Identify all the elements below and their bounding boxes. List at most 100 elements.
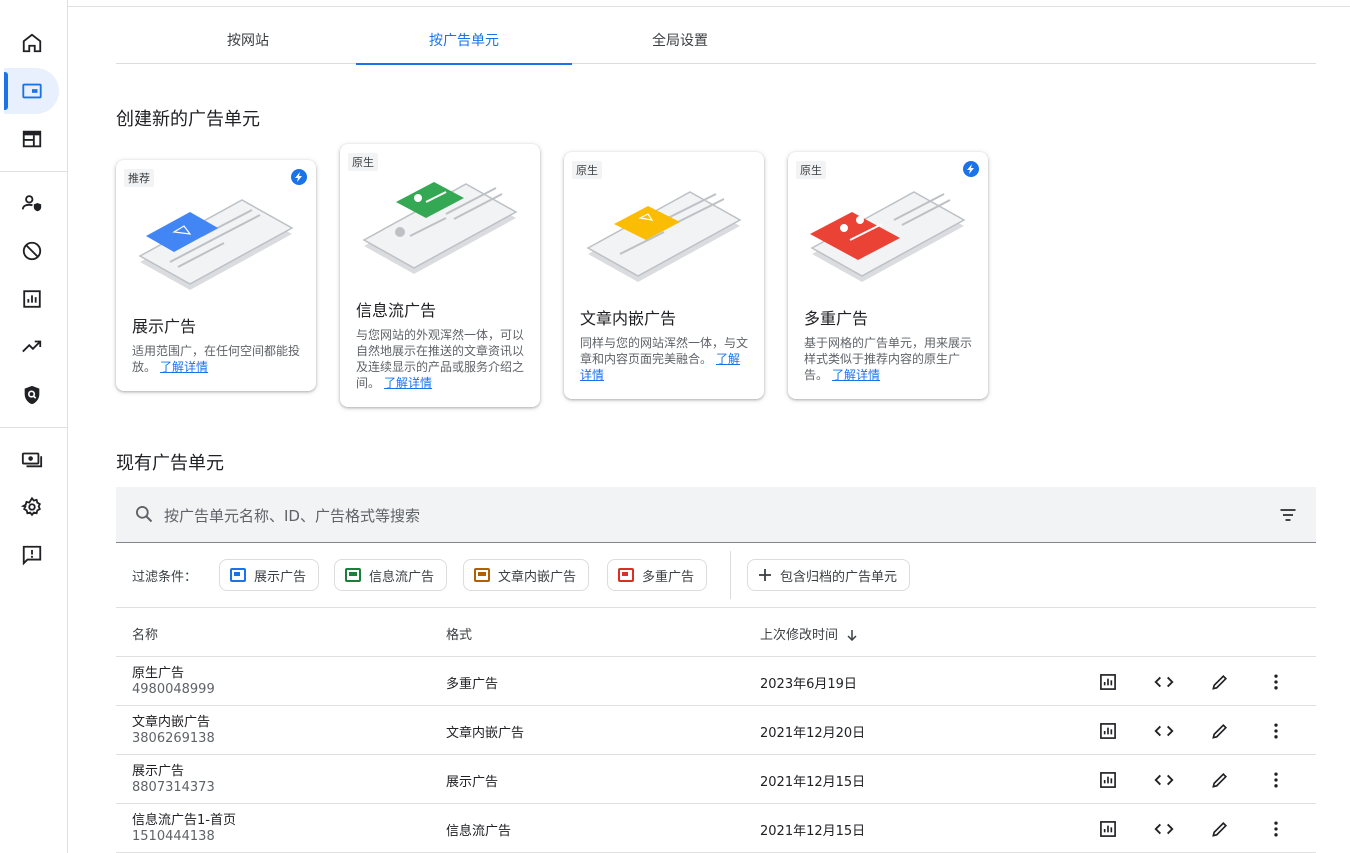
privacy-icon[interactable] [4,372,59,418]
code-icon[interactable] [1152,670,1176,694]
ad-unit-id: 3806269138 [132,731,215,746]
feedback-icon[interactable] [4,532,59,578]
create-section-title: 创建新的广告单元 [116,109,260,130]
ad-unit-id: 8807314373 [132,780,215,795]
card-description: 适用范围广，在任何空间都能投放。 了解详情 [132,344,301,374]
card-badge: 原生 [796,161,826,179]
ad-unit-format: 多重广告 [446,677,499,692]
ad-unit-modified-date: 2021年12月20日 [760,726,866,741]
card-description: 与您网站的外观浑然一体，可以自然地展示在推送的文章资讯以及连续显示的产品或服务介… [356,328,525,390]
table-row[interactable]: 原生广告 4980048999 多重广告 2023年6月19日 [116,657,1316,706]
code-icon[interactable] [1152,817,1176,841]
include-archived-chip[interactable]: 包含归档的广告单元 [747,559,911,591]
table-row[interactable]: 文章内嵌广告 3806269138 文章内嵌广告 2021年12月20日 [116,706,1316,755]
ad-unit-modified-date: 2021年12月15日 [760,775,866,790]
column-modified[interactable]: 上次修改时间 [760,624,858,643]
display-ad-card[interactable]: 推荐 展示广告 适用范围广，在任何空间都能投放。 了解详情 [116,160,316,391]
more-vert-icon[interactable] [1264,768,1288,792]
card-title: 信息流广告 [356,301,437,320]
card-badge: 原生 [572,161,602,179]
payments-icon[interactable] [4,436,59,482]
bolt-icon [963,161,979,177]
card-badge: 推荐 [124,169,154,187]
report-icon[interactable] [1096,670,1120,694]
filter-bar: 过滤条件： 展示广告 信息流广告 文章内嵌广告 多重广告 包含归档的广告单元 [116,543,1316,608]
card-title: 文章内嵌广告 [580,309,677,328]
block-icon[interactable] [4,228,59,274]
table-row[interactable]: 展示广告 8807314373 展示广告 2021年12月15日 [116,755,1316,804]
code-icon[interactable] [1152,719,1176,743]
multiplex-ad-card[interactable]: 原生 多重广告 基于网格的广告单元，用来展示样式类似于推荐内容的原生广告。 了解详… [788,152,988,399]
learn-more-link[interactable]: 了解详情 [384,376,432,390]
search-input[interactable]: 按广告单元名称、ID、广告格式等搜索 [164,505,420,526]
filter-chip-display[interactable]: 展示广告 [219,559,320,591]
layout-icon[interactable] [4,116,59,162]
tab-bar: 按网站 按广告单元 全局设置 [116,18,1316,65]
column-name[interactable]: 名称 [132,624,158,643]
ad-unit-icon[interactable] [4,68,59,114]
learn-more-link[interactable]: 了解详情 [832,368,880,382]
in-feed-ad-card[interactable]: 原生 信息流广告 与您网站的外观浑然一体，可以自然地展示在推送的文章资讯以及连续… [340,144,540,407]
trending-icon[interactable] [4,324,59,370]
multiplex-ad-illustration [810,191,966,282]
card-description: 基于网格的广告单元，用来展示样式类似于推荐内容的原生广告。 了解详情 [804,336,973,382]
filter-list-icon[interactable] [1278,505,1298,529]
report-icon[interactable] [1096,817,1120,841]
arrow-down-icon [847,630,857,642]
filter-chip-in-feed[interactable]: 信息流广告 [334,559,448,591]
search-bar[interactable]: 按广告单元名称、ID、广告格式等搜索 [116,487,1316,543]
in-feed-ad-illustration [362,182,518,274]
card-description: 同样与您的网站浑然一体，与文章和内容页面完美融合。 了解详情 [580,336,749,382]
card-title: 多重广告 [804,309,869,328]
ad-unit-id: 1510444138 [132,829,215,844]
ad-unit-format: 文章内嵌广告 [446,726,525,741]
filter-chip-multiplex[interactable]: 多重广告 [607,559,708,591]
edit-icon[interactable] [1208,670,1232,694]
display-ad-illustration [138,199,294,290]
ad-unit-modified-date: 2021年12月15日 [760,824,866,839]
column-format[interactable]: 格式 [446,624,472,643]
home-icon[interactable] [4,20,59,66]
ad-unit-id: 4980048999 [132,682,215,697]
more-vert-icon[interactable] [1264,719,1288,743]
ad-unit-name[interactable]: 原生广告 [132,662,184,681]
search-icon [134,504,154,528]
report-icon[interactable] [1096,719,1120,743]
ad-unit-name[interactable]: 展示广告 [132,760,184,779]
card-title: 展示广告 [132,317,197,336]
in-feed-ad-icon [345,568,361,582]
in-article-ad-card[interactable]: 原生 文章内嵌广告 同样与您的网站浑然一体，与文章和内容页面完美融合。 了解详情 [564,152,764,399]
bolt-icon [291,169,307,185]
more-vert-icon[interactable] [1264,817,1288,841]
display-ad-icon [230,568,246,582]
tab-global-settings[interactable]: 全局设置 [572,18,788,64]
settings-icon[interactable] [4,484,59,530]
code-icon[interactable] [1152,768,1176,792]
ad-unit-name[interactable]: 文章内嵌广告 [132,711,210,730]
plus-icon [758,568,772,582]
multiplex-ad-icon [618,568,634,582]
edit-icon[interactable] [1208,768,1232,792]
ad-unit-name[interactable]: 信息流广告1-首页 [132,809,236,828]
ad-unit-format: 信息流广告 [446,824,512,839]
user-shield-icon[interactable] [4,180,59,226]
edit-icon[interactable] [1208,719,1232,743]
existing-section-title: 现有广告单元 [116,453,224,474]
filter-label: 过滤条件： [132,570,198,585]
report-icon[interactable] [4,276,59,322]
in-article-ad-illustration [586,191,742,282]
tab-by-site[interactable]: 按网站 [140,18,356,64]
report-icon[interactable] [1096,768,1120,792]
table-row[interactable]: 信息流广告1-首页 1510444138 信息流广告 2021年12月15日 [116,804,1316,853]
in-article-ad-icon [474,568,490,582]
ad-unit-modified-date: 2023年6月19日 [760,677,857,692]
learn-more-link[interactable]: 了解详情 [160,360,208,374]
more-vert-icon[interactable] [1264,670,1288,694]
ad-unit-format: 展示广告 [446,775,499,790]
tab-by-ad-unit[interactable]: 按广告单元 [356,18,572,65]
left-nav-rail [0,0,68,853]
table-header: 名称 格式 上次修改时间 [116,608,1316,657]
card-badge: 原生 [348,153,378,171]
edit-icon[interactable] [1208,817,1232,841]
filter-chip-in-article[interactable]: 文章内嵌广告 [463,559,590,591]
